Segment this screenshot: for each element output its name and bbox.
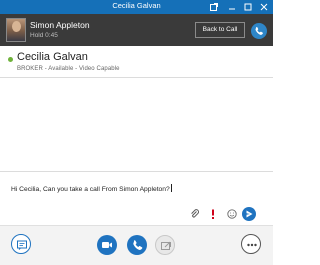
active-call-bar: Simon Appleton Hold 0:45 Back to Call: [0, 14, 273, 46]
share-screen-icon: [161, 241, 171, 250]
attachment-icon[interactable]: [189, 208, 201, 220]
message-compose-area[interactable]: Hi Cecilia, Can you take a call From Sim…: [0, 171, 273, 225]
hold-status: Hold 0:45: [30, 32, 58, 39]
text-caret: [170, 184, 172, 192]
close-icon[interactable]: [258, 1, 270, 13]
back-to-call-button[interactable]: Back to Call: [195, 22, 245, 38]
presence-indicator: [8, 57, 13, 62]
audio-call-button[interactable]: [127, 235, 147, 255]
contact-name: Cecilia Galvan: [17, 51, 88, 63]
caller-name: Simon Appleton: [30, 20, 90, 30]
maximize-icon[interactable]: [242, 1, 254, 13]
phone-icon: [133, 240, 143, 250]
im-icon: [17, 240, 27, 250]
contact-header: Cecilia Galvan BROKER - Available - Vide…: [0, 46, 273, 78]
importance-icon[interactable]: [207, 208, 219, 220]
send-button[interactable]: [242, 207, 256, 221]
bottom-toolbar: [0, 225, 273, 265]
emoticon-icon[interactable]: [226, 208, 238, 220]
share-screen-button[interactable]: [155, 235, 175, 255]
video-call-button[interactable]: [97, 235, 117, 255]
window-titlebar: Cecilia Galvan: [0, 0, 273, 14]
more-options-icon: [247, 243, 257, 247]
message-input[interactable]: Hi Cecilia, Can you take a call From Sim…: [11, 184, 172, 193]
minimize-icon[interactable]: [226, 1, 238, 13]
popout-icon[interactable]: [208, 1, 220, 13]
message-text: Hi Cecilia, Can you take a call From Sim…: [11, 186, 170, 193]
contact-status: BROKER - Available - Video Capable: [17, 66, 120, 72]
send-icon: [246, 210, 253, 218]
conversation-history: [0, 79, 273, 171]
caller-avatar: [6, 18, 26, 42]
phone-resume-icon: [255, 26, 263, 35]
resume-call-button[interactable]: [251, 23, 267, 39]
more-options-button[interactable]: [241, 234, 261, 254]
im-button[interactable]: [11, 234, 31, 254]
video-icon: [102, 242, 112, 248]
